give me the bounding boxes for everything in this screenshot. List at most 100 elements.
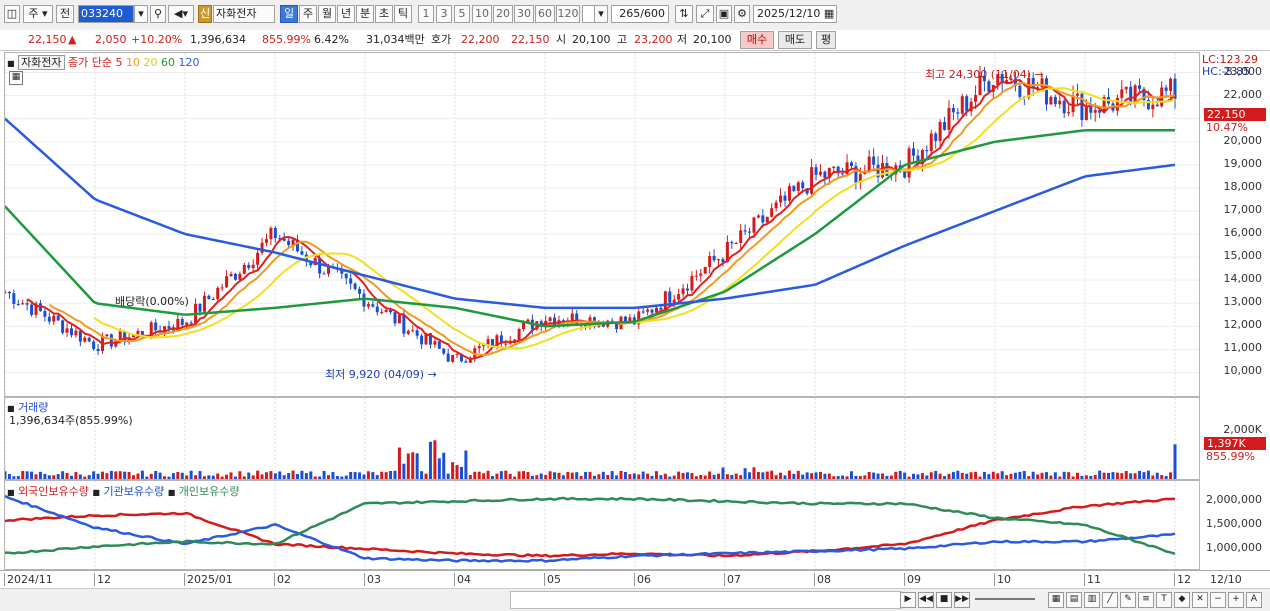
- minute-btn-10[interactable]: 10: [472, 5, 492, 23]
- volume-bar: [38, 471, 42, 479]
- tab-period-second[interactable]: 초: [375, 5, 393, 23]
- grid-icon[interactable]: ▤: [1066, 592, 1082, 608]
- date-field[interactable]: 2025/12/10 ▦: [753, 5, 837, 23]
- volume-bar: [304, 473, 308, 479]
- holdings-pane[interactable]: ■ 외국인보유수량 ■ 기관보유수량 ■ 개인보유수량: [4, 480, 1200, 570]
- volume-bar: [526, 472, 530, 479]
- volume-bar: [1071, 476, 1075, 479]
- minute-label: 60: [538, 7, 552, 20]
- candle-body: [87, 337, 91, 342]
- text-tool-icon[interactable]: T: [1156, 592, 1172, 608]
- tab-period-tick[interactable]: 틱: [394, 5, 412, 23]
- line-tool-icon[interactable]: ╱: [1102, 592, 1118, 608]
- minute-dropdown-icon[interactable]: ▾: [594, 5, 608, 23]
- legend-institution: 기관보유수량: [103, 485, 165, 498]
- candle-body: [242, 264, 246, 274]
- tab-period-week[interactable]: 주: [299, 5, 317, 23]
- volume-bar: [344, 475, 348, 479]
- minute-btn-120[interactable]: 120: [556, 5, 580, 23]
- volume-bar: [849, 471, 853, 479]
- minute-btn-30[interactable]: 30: [514, 5, 534, 23]
- volume-bar: [739, 475, 743, 479]
- price-axis: LC:123.29 HC:-8.85 23,00022,00021,00020,…: [1200, 52, 1270, 397]
- scroll-track[interactable]: [510, 591, 902, 609]
- compare-icon[interactable]: ⇅: [675, 5, 693, 23]
- price-chart[interactable]: [5, 53, 1199, 396]
- code-dropdown-icon[interactable]: ▾: [134, 5, 148, 23]
- volume-bar: [242, 476, 246, 479]
- tab-period-minute[interactable]: 분: [356, 5, 374, 23]
- minute-btn-60[interactable]: 60: [535, 5, 555, 23]
- candle-body: [211, 298, 215, 300]
- candle-body: [659, 307, 663, 310]
- scroll-right-icon[interactable]: ▶: [900, 592, 916, 608]
- zoom-in-icon[interactable]: +: [1228, 592, 1244, 608]
- save-icon[interactable]: ▣: [716, 5, 732, 23]
- holdings-axis: 2,000,000 1,500,000 1,000,000: [1200, 480, 1270, 570]
- minute-btn-1[interactable]: 1: [418, 5, 434, 23]
- minute-btn-5[interactable]: 5: [454, 5, 470, 23]
- volume-chart[interactable]: [5, 398, 1199, 479]
- candle-body: [1018, 85, 1022, 97]
- rewind-icon[interactable]: ◀◀: [918, 592, 934, 608]
- stock-name-field[interactable]: 자화전자: [213, 5, 275, 23]
- marker-icon[interactable]: ◆: [1174, 592, 1190, 608]
- legend-ma-label: 종가 단순: [68, 56, 113, 69]
- fib-icon[interactable]: ≡: [1138, 592, 1154, 608]
- volume-bar: [1022, 471, 1026, 479]
- candle-body: [965, 96, 969, 112]
- volume-bar: [1102, 472, 1106, 479]
- minute-btn-3[interactable]: 3: [436, 5, 452, 23]
- volume-bar: [1058, 476, 1062, 479]
- tab-period-month[interactable]: 월: [318, 5, 336, 23]
- sell-button[interactable]: 매도: [778, 31, 812, 49]
- zoom-out-icon[interactable]: −: [1210, 592, 1226, 608]
- volume-bar: [787, 470, 791, 479]
- candle-body: [787, 186, 791, 201]
- font-size-icon[interactable]: A: [1246, 592, 1262, 608]
- volume-bar: [296, 474, 299, 479]
- count-field[interactable]: 265/600: [611, 5, 669, 23]
- price-y-tick: 11,000: [1223, 341, 1263, 355]
- search-icon[interactable]: ⚲: [150, 5, 166, 23]
- buy-button[interactable]: 매수: [740, 31, 774, 49]
- price-y-tick: 18,000: [1223, 179, 1263, 193]
- candle-body: [641, 311, 645, 313]
- volume-bar: [158, 472, 162, 479]
- delete-icon[interactable]: ✕: [1192, 592, 1208, 608]
- tab-period-day[interactable]: 일: [280, 5, 298, 23]
- candle-body: [849, 162, 853, 166]
- candle-body: [548, 317, 552, 321]
- zoom-slider[interactable]: [975, 598, 1035, 600]
- volume-bar: [748, 472, 752, 479]
- x-axis-label: 08: [814, 573, 831, 586]
- window-menu-icon[interactable]: ◫: [4, 5, 20, 23]
- volume-bar: [216, 473, 220, 479]
- volume-bar: [397, 447, 401, 479]
- minute-btn-20[interactable]: 20: [493, 5, 513, 23]
- draw-tool-icon[interactable]: ⤢: [696, 5, 714, 23]
- period-unit-select[interactable]: 주 ▾: [23, 5, 53, 23]
- volume-bar: [491, 476, 494, 479]
- prev-button[interactable]: 전: [56, 5, 74, 23]
- gear-icon[interactable]: ⚙: [734, 5, 750, 23]
- forward-icon[interactable]: ▶▶: [954, 592, 970, 608]
- volume-bar: [202, 476, 206, 479]
- chart-type-icon[interactable]: ▥: [1084, 592, 1100, 608]
- candle-body: [92, 341, 96, 350]
- stop-icon[interactable]: ■: [936, 592, 952, 608]
- sound-icon[interactable]: ◀▾: [168, 5, 194, 23]
- price-pane[interactable]: ■ 자화전자 종가 단순 5 10 20 60 120 ▦ 최고 24,300 …: [4, 52, 1200, 397]
- candle-body: [779, 195, 783, 203]
- volume-bar: [389, 471, 393, 479]
- volume-pane[interactable]: ■ 거래량 1,396,634주(855.99%): [4, 397, 1200, 480]
- draw-icon[interactable]: ✎: [1120, 592, 1136, 608]
- table-toggle-icon[interactable]: ▦: [9, 71, 23, 85]
- tab-period-year[interactable]: 년: [337, 5, 355, 23]
- volume-bar: [805, 472, 809, 479]
- candle-body: [1071, 95, 1075, 113]
- legend-stock-name[interactable]: 자화전자: [18, 55, 65, 70]
- eval-button[interactable]: 평: [816, 31, 836, 49]
- stock-code-input[interactable]: 033240: [78, 5, 134, 23]
- layout-icon[interactable]: ▦: [1048, 592, 1064, 608]
